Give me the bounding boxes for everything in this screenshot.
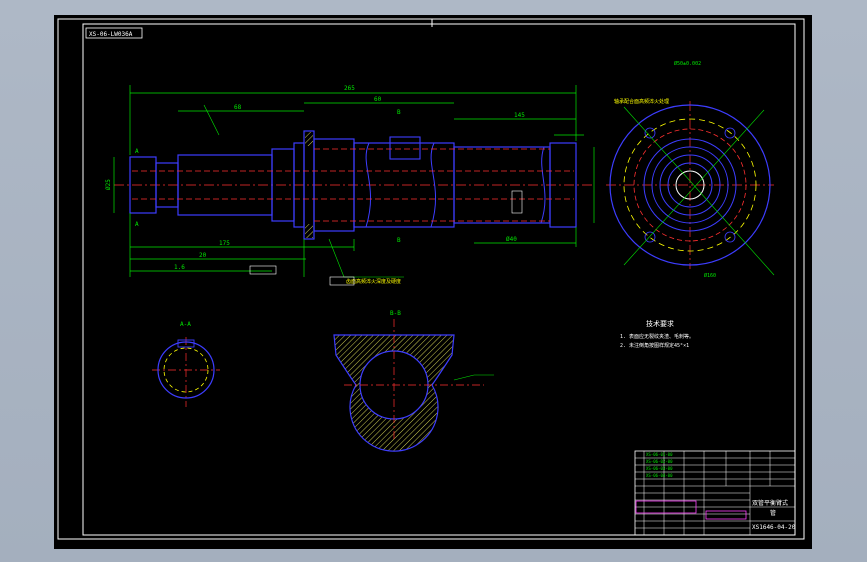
callout-leader-1 bbox=[203, 104, 220, 136]
bom-row-4: XS-06-04-00 bbox=[646, 473, 673, 478]
shaft-main-view[interactable]: 265 68 60 145 175 20 1.6 Ø40 Ø25 齿面高频淬火深… bbox=[105, 85, 595, 286]
frame-tag: XS-06-LW036A bbox=[89, 31, 133, 38]
flange-hatch bbox=[305, 132, 313, 146]
dim-h: Ø25 bbox=[105, 179, 112, 190]
diag-dim-1 bbox=[623, 106, 775, 276]
bom-row-1: XS-06-01-00 bbox=[646, 452, 673, 457]
flange-hatch-b bbox=[305, 224, 313, 238]
drawing-number: XS1646-04-20 bbox=[752, 524, 796, 531]
keyway bbox=[389, 136, 421, 160]
drawing-sheet[interactable]: XS-06-LW036A 265 68 60 145 175 20 1.6 Ø4… bbox=[54, 15, 812, 549]
technical-requirements: 技术要求 1. 表面应无裂纹夹渣、毛刺等。 2. 未注倒角按图样规定45°×1 bbox=[620, 319, 694, 349]
section-bb-label: B-B bbox=[390, 310, 401, 317]
cad-viewport[interactable]: XS-06-LW036A 265 68 60 145 175 20 1.6 Ø4… bbox=[0, 0, 867, 562]
bom-row-3: XS-06-03-00 bbox=[646, 466, 673, 471]
tolerance-frame-1 bbox=[249, 265, 277, 275]
callout-note: 轴承配合面高频淬火处理 bbox=[614, 98, 669, 105]
view-mark-b-top: B bbox=[397, 109, 401, 116]
dim-d: 175 bbox=[219, 240, 230, 247]
dim-overall: 265 bbox=[344, 85, 355, 92]
title-name: 双管平衡臂式 bbox=[752, 499, 788, 507]
tech-title: 技术要求 bbox=[646, 319, 674, 328]
section-b-b[interactable]: B-B bbox=[333, 310, 494, 452]
tech-req-2: 2. 未注倒角按图样规定45°×1 bbox=[620, 342, 689, 349]
dim-a: 68 bbox=[234, 104, 242, 111]
callout-leader-2 bbox=[328, 238, 404, 278]
dim-b: 60 bbox=[374, 96, 382, 103]
dim-f: 1.6 bbox=[174, 264, 185, 271]
section-mark-a2: A bbox=[135, 221, 139, 228]
magenta-label-block-2 bbox=[705, 510, 747, 520]
dim-e: 20 bbox=[199, 252, 207, 259]
tech-req-1: 1. 表面应无裂纹夹渣、毛刺等。 bbox=[620, 333, 694, 340]
title-block[interactable]: XS-06-01-00 XS-06-02-00 XS-06-03-00 XS-0… bbox=[634, 450, 796, 536]
section-mark-a: A bbox=[135, 148, 139, 155]
tolerance-frame-3 bbox=[511, 190, 523, 214]
section-a-a[interactable]: A-A bbox=[152, 321, 220, 407]
bb-leader bbox=[453, 374, 494, 381]
circle-dim: Ø160 bbox=[704, 272, 716, 279]
inner-frame bbox=[82, 23, 796, 536]
view-mark-b-bottom: B bbox=[397, 237, 401, 244]
dim-g: Ø40 bbox=[506, 236, 517, 243]
callout-right: Ø50±0.002 bbox=[674, 60, 701, 67]
dim-c: 145 bbox=[514, 112, 525, 119]
outer-frame bbox=[57, 18, 805, 540]
section-aa-label: A-A bbox=[180, 321, 191, 328]
end-view-circle[interactable]: 轴承配合面高频淬火处理 Ø50±0.002 Ø160 bbox=[606, 60, 775, 279]
bom-row-2: XS-06-02-00 bbox=[646, 459, 673, 464]
title-sub: 管 bbox=[770, 509, 776, 517]
